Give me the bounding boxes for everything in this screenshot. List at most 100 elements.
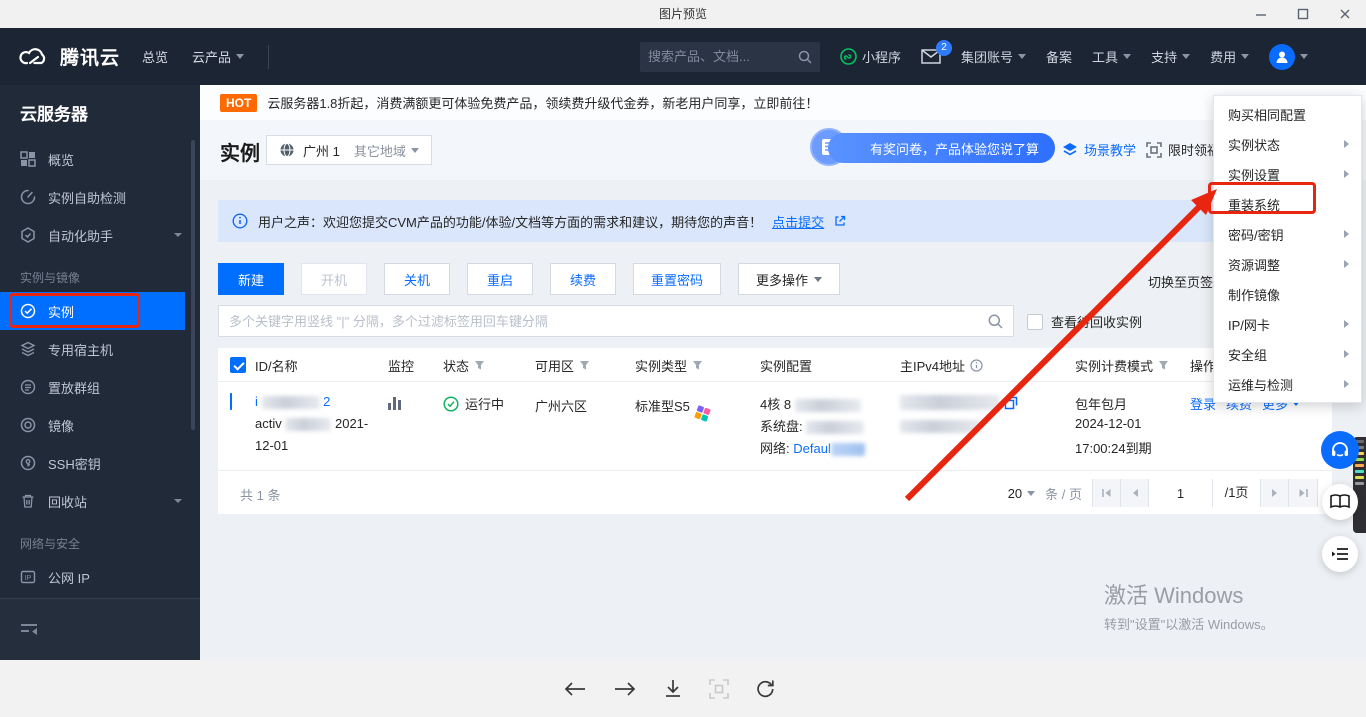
menu-item-ip-nic[interactable]: IP/网卡 — [1214, 309, 1361, 339]
menu-item-instance-status[interactable]: 实例状态 — [1214, 129, 1361, 159]
create-button[interactable]: 新建 — [218, 263, 284, 295]
column-id[interactable]: ID/名称 — [255, 348, 298, 382]
fit-screen-icon[interactable] — [709, 679, 729, 699]
next-page-button[interactable] — [1261, 479, 1289, 507]
row-checkbox[interactable] — [230, 393, 232, 410]
feedback-button[interactable] — [1322, 536, 1358, 572]
sidebar-scrollbar[interactable] — [191, 140, 195, 430]
filter-icon[interactable] — [579, 360, 590, 371]
start-button[interactable]: 开机 — [301, 263, 367, 295]
last-page-button[interactable] — [1289, 479, 1317, 507]
recycle-instances-checkbox[interactable]: 查看待回收实例 — [1027, 312, 1142, 331]
menu-item-instance-settings[interactable]: 实例设置 — [1214, 159, 1361, 189]
sidebar-item-self-check[interactable]: 实例自助检测 — [0, 178, 200, 216]
download-icon[interactable] — [663, 679, 683, 699]
config-line2: 系统盘: — [760, 416, 864, 435]
menu-item-buy-same-config[interactable]: 购买相同配置 — [1214, 99, 1361, 129]
table-row[interactable]: i 2 activ 2021- 12-01 运行中 广州六区 标准型S5 4核 … — [218, 382, 1332, 470]
avatar[interactable] — [1269, 44, 1295, 70]
nav-group-account[interactable]: 集团账号 — [961, 47, 1026, 66]
first-page-button[interactable] — [1093, 479, 1121, 507]
sidebar-collapse-bar[interactable] — [0, 598, 200, 660]
sidebar-item-recycle-bin[interactable]: 回收站 — [0, 482, 200, 520]
sidebar-item-assistant[interactable]: 自动化助手 — [0, 216, 200, 254]
billing-line3: 17:00:24到期 — [1075, 438, 1152, 457]
search-icon[interactable] — [798, 50, 812, 64]
filter-search-input[interactable] — [229, 314, 988, 329]
column-billing[interactable]: 实例计费模式 — [1075, 348, 1169, 382]
promo-banner[interactable]: HOT 云服务器1.8折起，消费满额更可体验免费产品，领续费升级代金券，新老用户… — [200, 85, 1366, 120]
page-number-input[interactable] — [1149, 479, 1213, 507]
sidebar-item-public-ip[interactable]: IP 公网 IP — [0, 558, 200, 596]
sidebar-item-dedicated-host[interactable]: 专用宿主机 — [0, 330, 200, 368]
filter-icon[interactable] — [474, 360, 485, 371]
nav-support[interactable]: 支持 — [1151, 47, 1190, 66]
filter-icon[interactable] — [692, 360, 703, 371]
more-actions-button[interactable]: 更多操作 — [738, 263, 840, 295]
nav-products[interactable]: 云产品 — [192, 28, 244, 85]
menu-item-password-key[interactable]: 密码/密钥 — [1214, 219, 1361, 249]
close-icon[interactable] — [1338, 7, 1352, 21]
rotate-icon[interactable] — [755, 679, 775, 699]
customer-service-button[interactable] — [1321, 431, 1359, 469]
maximize-icon[interactable] — [1296, 7, 1310, 21]
monitor-chart-icon[interactable] — [388, 396, 401, 410]
menu-item-create-image[interactable]: 制作镜像 — [1214, 279, 1361, 309]
nav-overview[interactable]: 总览 — [142, 28, 168, 85]
menu-item-reinstall-system[interactable]: 重装系统 — [1214, 189, 1361, 219]
sidebar-item-overview[interactable]: 概览 — [0, 140, 200, 178]
renew-button[interactable]: 续费 — [550, 263, 616, 295]
switch-tab-label[interactable]: 切换至页签 — [1148, 272, 1213, 291]
next-image-icon[interactable] — [613, 680, 637, 698]
copy-icon[interactable] — [1004, 396, 1018, 410]
filter-search-bar[interactable] — [218, 305, 1014, 337]
prev-page-button[interactable] — [1121, 479, 1149, 507]
select-all-checkbox[interactable] — [230, 357, 246, 373]
ip-cell-line2 — [900, 418, 982, 433]
nav-tools[interactable]: 工具 — [1092, 47, 1131, 66]
nav-messages[interactable]: 2 — [921, 49, 941, 64]
instance-id[interactable]: i 2 — [255, 394, 330, 409]
minimize-icon[interactable] — [1254, 7, 1268, 21]
limited-offer-link[interactable]: 限时领福 — [1146, 140, 1220, 159]
nav-mini-program[interactable]: 小程序 — [840, 47, 901, 66]
search-icon[interactable] — [988, 314, 1003, 329]
nav-divider — [268, 45, 269, 69]
redacted-ip — [900, 395, 1000, 410]
notice-submit-link[interactable]: 点击提交 — [772, 212, 824, 231]
nav-account[interactable] — [1269, 44, 1308, 70]
sidebar-item-images[interactable]: 镜像 — [0, 406, 200, 444]
chevron-down-icon — [814, 277, 822, 282]
region-other[interactable]: 其它地域 — [354, 141, 419, 160]
sidebar-item-instances[interactable]: 实例 — [0, 292, 185, 330]
reset-password-button[interactable]: 重置密码 — [633, 263, 721, 295]
menu-item-resource-adjust[interactable]: 资源调整 — [1214, 249, 1361, 279]
restart-button[interactable]: 重启 — [467, 263, 533, 295]
nav-icp[interactable]: 备案 — [1046, 47, 1072, 66]
tencent-cloud-logo[interactable]: 腾讯云 — [18, 28, 120, 85]
sidebar-item-placement-group[interactable]: 置放群组 — [0, 368, 200, 406]
shutdown-button[interactable]: 关机 — [384, 263, 450, 295]
checkbox-unchecked-icon[interactable] — [1027, 314, 1043, 330]
nav-search-input[interactable] — [648, 49, 792, 64]
vpc-link[interactable]: Defaul — [793, 441, 831, 456]
filter-icon[interactable] — [1158, 360, 1169, 371]
instance-context-menu: 购买相同配置 实例状态 实例设置 重装系统 密码/密钥 资源调整 制作镜像 IP… — [1213, 95, 1362, 403]
globe-icon — [279, 142, 295, 158]
page-size-select[interactable]: 20 — [1008, 486, 1035, 501]
sidebar-item-ssh-keys[interactable]: SSH密钥 — [0, 444, 200, 482]
column-status[interactable]: 状态 — [443, 348, 485, 382]
column-type[interactable]: 实例类型 — [635, 348, 703, 382]
column-zone[interactable]: 可用区 — [535, 348, 590, 382]
info-icon[interactable] — [970, 359, 983, 372]
nav-search-box[interactable] — [640, 42, 820, 72]
scene-teaching-link[interactable]: 场景教学 — [1062, 140, 1136, 159]
menu-item-ops-detect[interactable]: 运维与检测 — [1214, 369, 1361, 399]
nav-billing[interactable]: 费用 — [1210, 47, 1249, 66]
previous-image-icon[interactable] — [563, 680, 587, 698]
survey-banner[interactable]: 有奖问卷，产品体验您说了算 — [828, 133, 1055, 163]
region-selector[interactable]: 广州 1 其它地域 — [266, 135, 432, 165]
external-link-icon[interactable] — [834, 215, 846, 227]
docs-button[interactable] — [1322, 484, 1358, 520]
menu-item-security-group[interactable]: 安全组 — [1214, 339, 1361, 369]
